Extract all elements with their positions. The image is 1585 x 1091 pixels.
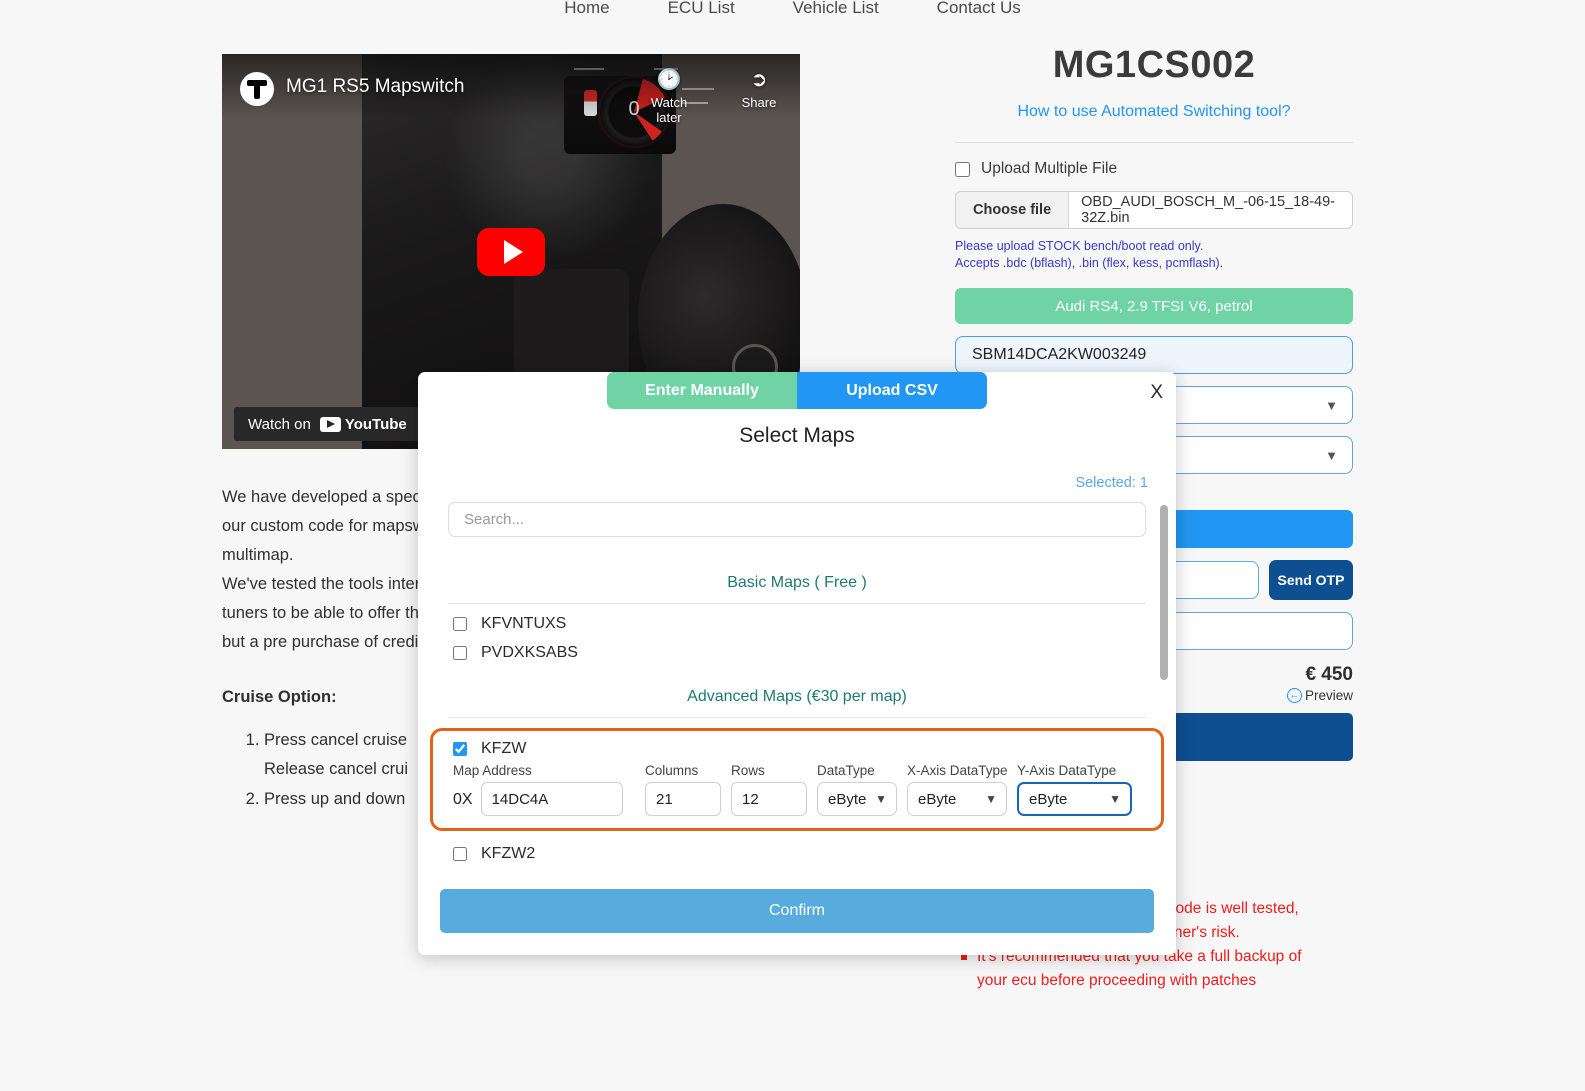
steering-wheel-controls: [514, 269, 629, 379]
map-checkbox[interactable]: [453, 617, 467, 631]
divider: [955, 142, 1353, 143]
close-icon[interactable]: X: [1150, 382, 1163, 404]
field-y-axis-datatype: Y-Axis DataType eByte ▼: [1017, 763, 1137, 816]
nav-item-vehicle-list[interactable]: Vehicle List: [793, 0, 879, 18]
watch-on-youtube-button[interactable]: Watch on YouTube: [234, 407, 421, 441]
modal-body: Search... Basic Maps ( Free ) KFVNTUXS P…: [418, 502, 1176, 887]
warning-text-8: your ecu before proceeding with patches: [977, 972, 1257, 989]
step-2-text: Press up and down: [264, 790, 406, 808]
preview-label: Preview: [1304, 688, 1353, 703]
upload-multiple-checkbox[interactable]: [955, 161, 970, 177]
modal-title: Select Maps: [739, 424, 855, 447]
step-1-text: Press cancel cruise: [264, 731, 408, 749]
modal-tabs: Enter Manually Upload CSV: [607, 372, 987, 409]
selected-count: Selected: 1: [1075, 475, 1148, 491]
datatype-select[interactable]: eByte ▼: [817, 782, 897, 816]
map-label: KFVNTUXS: [481, 615, 567, 632]
upload-note: Please upload STOCK bench/boot read only…: [955, 238, 1353, 272]
help-link[interactable]: How to use Automated Switching tool?: [955, 103, 1353, 121]
select-maps-modal: Enter Manually Upload CSV X Select Maps …: [418, 372, 1176, 955]
chevron-down-icon: ▼: [1109, 792, 1121, 806]
share-button[interactable]: ➲ Share: [728, 68, 790, 125]
back-arrow-circle-icon: ←: [1286, 688, 1302, 703]
clock-icon: 🕑: [656, 69, 682, 91]
play-icon[interactable]: [477, 227, 545, 276]
map-row-pvdxksabs[interactable]: PVDXKSABS: [418, 633, 1176, 662]
datatype-value: eByte: [828, 790, 867, 808]
upload-multiple-label: Upload Multiple File: [981, 160, 1118, 177]
upload-note-line-2: Accepts .bdc (bflash), .bin (flex, kess,…: [955, 256, 1224, 270]
youtube-wordmark: YouTube: [344, 415, 407, 433]
map-label: KFZW2: [481, 845, 536, 862]
rows-input[interactable]: 12: [731, 782, 807, 816]
field-rows: Rows 12: [731, 763, 817, 816]
field-columns: Columns 21: [645, 763, 731, 816]
map-config-fields: Map Address 0X 14DC4A Columns 21 Rows 12…: [453, 763, 1161, 816]
choose-file-button[interactable]: Choose file: [956, 192, 1070, 228]
field-map-address: Map Address 0X 14DC4A: [453, 763, 645, 816]
chevron-down-icon: ▼: [1325, 447, 1338, 463]
vehicle-banner: Audi RS4, 2.9 TFSI V6, petrol: [955, 288, 1353, 324]
field-x-axis-datatype: X-Axis DataType eByte ▼: [907, 763, 1017, 816]
map-row-kfzw2[interactable]: KFZW2: [418, 831, 1176, 863]
map-address-prefix: 0X: [453, 791, 473, 808]
video-actions: 🕑 Watch later ➲ Share: [638, 68, 790, 125]
map-checkbox[interactable]: [453, 847, 467, 861]
tab-upload-csv[interactable]: Upload CSV: [797, 372, 987, 409]
field-label: DataType: [817, 763, 875, 778]
field-label: Columns: [645, 763, 699, 778]
map-label: KFZW: [481, 740, 527, 757]
section-basic-maps[interactable]: Basic Maps ( Free ): [418, 574, 1176, 592]
upload-multiple-row[interactable]: Upload Multiple File: [955, 160, 1353, 178]
field-label: X-Axis DataType: [907, 763, 1008, 778]
watch-on-label: Watch on: [248, 415, 311, 433]
watch-later-button[interactable]: 🕑 Watch later: [638, 68, 700, 125]
top-navigation: Home ECU List Vehicle List Contact Us: [0, 0, 1585, 28]
map-config-kfzw: KFZW Map Address 0X 14DC4A Columns 21 Ro…: [430, 728, 1164, 831]
map-checkbox[interactable]: [453, 742, 467, 756]
map-config-header[interactable]: KFZW: [453, 740, 1161, 758]
share-label: Share: [741, 95, 777, 110]
channel-logo-icon[interactable]: [240, 72, 274, 106]
selected-file-name: OBD_AUDI_BOSCH_M_-06-15_18-49-32Z.bin: [1081, 194, 1336, 226]
y-axis-datatype-select[interactable]: eByte ▼: [1017, 782, 1132, 816]
upload-note-line-1: Please upload STOCK bench/boot read only…: [955, 239, 1204, 253]
chevron-down-icon: ▼: [985, 792, 997, 806]
y-axis-datatype-value: eByte: [1029, 790, 1068, 808]
nav-item-contact-us[interactable]: Contact Us: [937, 0, 1021, 18]
field-datatype: DataType eByte ▼: [817, 763, 907, 816]
page-title: MG1CS002: [1052, 44, 1256, 86]
divider: [448, 717, 1146, 718]
youtube-play-icon: [319, 416, 341, 432]
search-input[interactable]: Search...: [448, 502, 1146, 537]
youtube-badge: YouTube: [319, 415, 407, 433]
tab-enter-manually[interactable]: Enter Manually: [607, 372, 797, 409]
section-advanced-maps[interactable]: Advanced Maps (€30 per map): [418, 688, 1176, 706]
share-arrow-icon: ➲: [750, 69, 768, 91]
map-address-input[interactable]: 14DC4A: [480, 782, 623, 816]
map-row-kfvntuxs[interactable]: KFVNTUXS: [418, 604, 1176, 633]
send-otp-button[interactable]: Send OTP: [1269, 560, 1353, 600]
x-axis-datatype-select[interactable]: eByte ▼: [907, 782, 1007, 816]
nav-item-home[interactable]: Home: [564, 0, 609, 18]
nav-item-ecu-list[interactable]: ECU List: [668, 0, 735, 18]
chevron-down-icon: ▼: [1325, 397, 1338, 413]
file-upload-row[interactable]: Choose file OBD_AUDI_BOSCH_M_-06-15_18-4…: [955, 191, 1353, 229]
modal-scrollbar[interactable]: [1160, 505, 1168, 680]
chevron-down-icon: ▼: [875, 792, 887, 806]
map-checkbox[interactable]: [453, 646, 467, 660]
watch-later-label: Watch later: [650, 95, 688, 125]
field-label: Y-Axis DataType: [1017, 763, 1117, 778]
columns-input[interactable]: 21: [645, 782, 721, 816]
map-label: PVDXKSABS: [481, 644, 578, 661]
x-axis-datatype-value: eByte: [918, 790, 957, 808]
video-title[interactable]: MG1 RS5 Mapswitch: [286, 76, 464, 98]
field-label: Map Address: [453, 763, 532, 778]
vin-field[interactable]: SBM14DCA2KW003249: [955, 336, 1353, 374]
field-label: Rows: [731, 763, 765, 778]
confirm-button[interactable]: Confirm: [440, 889, 1154, 933]
